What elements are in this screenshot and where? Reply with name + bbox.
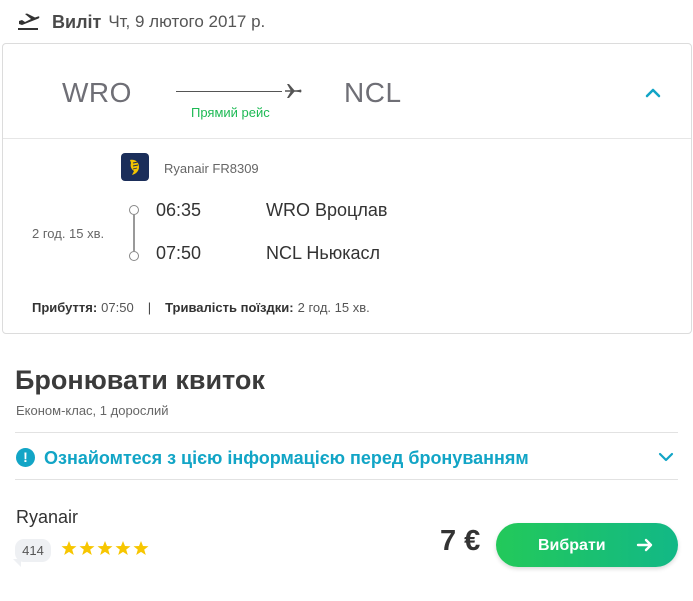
ryanair-logo-icon [121,153,149,181]
flight-segment: Ryanair FR8309 2 год. 15 хв. 06:35 WRO В… [3,140,691,335]
arrival-label: Прибуття: [32,300,98,315]
trip-duration-value: 2 год. 15 хв. [297,300,370,315]
booking-info-toggle[interactable]: ! Ознайомтеся з цією інформацією перед б… [15,432,678,480]
segment-timeline [128,205,140,261]
arrow-right-icon [636,536,654,554]
timeline-line [133,215,135,251]
chevron-up-icon[interactable] [644,84,662,102]
flight-card: WRO NCL Прямий рейс Ryanair FR8309 2 год… [2,43,692,334]
offer-price: 7 € [440,525,481,557]
exclamation-info-icon: ! [16,448,35,467]
booking-info-text: Ознайомтеся з цією інформацією перед бро… [44,448,529,468]
destination-code: NCL [344,77,402,108]
arrival-value: 07:50 [101,300,134,315]
airplane-icon [284,81,302,101]
booking-subtitle: Економ-клас, 1 дорослий [16,403,169,418]
segment-duration: 2 год. 15 хв. [32,226,105,241]
offer-airline: Ryanair [16,507,79,527]
arrival-place: NCL Ньюкасл [266,243,381,263]
review-count-badge: 414 [13,539,51,567]
star-icon [97,541,113,555]
rating-stars [61,540,149,556]
booking-title: Бронювати квиток [15,365,265,395]
arrival-time: 07:50 [156,243,202,263]
departure-dot [129,205,139,215]
origin-code: WRO [62,77,132,108]
flight-number: Ryanair FR8309 [164,161,259,176]
chevron-down-icon[interactable] [658,450,674,464]
summary-separator: | [147,300,152,315]
arrival-dot [129,251,139,261]
direct-flight-label: Прямий рейс [191,105,270,120]
trip-duration-label: Тривалість поїздки: [165,300,294,315]
route-summary[interactable]: WRO NCL Прямий рейс [3,44,691,139]
star-icon [133,541,149,555]
header-title: Виліт [52,11,102,32]
star-icon [115,541,131,555]
departure-header: Виліт Чт, 9 лютого 2017 р. [16,8,265,36]
plane-departure-icon [16,12,40,32]
select-button[interactable]: Вибрати [496,523,678,567]
star-icon [79,541,95,555]
trip-summary: Прибуття: 07:50 | Тривалість поїздки: 2 … [32,300,370,315]
star-icon [61,541,77,555]
header-date: Чт, 9 лютого 2017 р. [108,12,266,31]
departure-time: 06:35 [156,200,202,220]
select-button-label: Вибрати [538,537,606,554]
departure-place: WRO Вроцлав [266,200,388,220]
route-line [176,91,282,92]
